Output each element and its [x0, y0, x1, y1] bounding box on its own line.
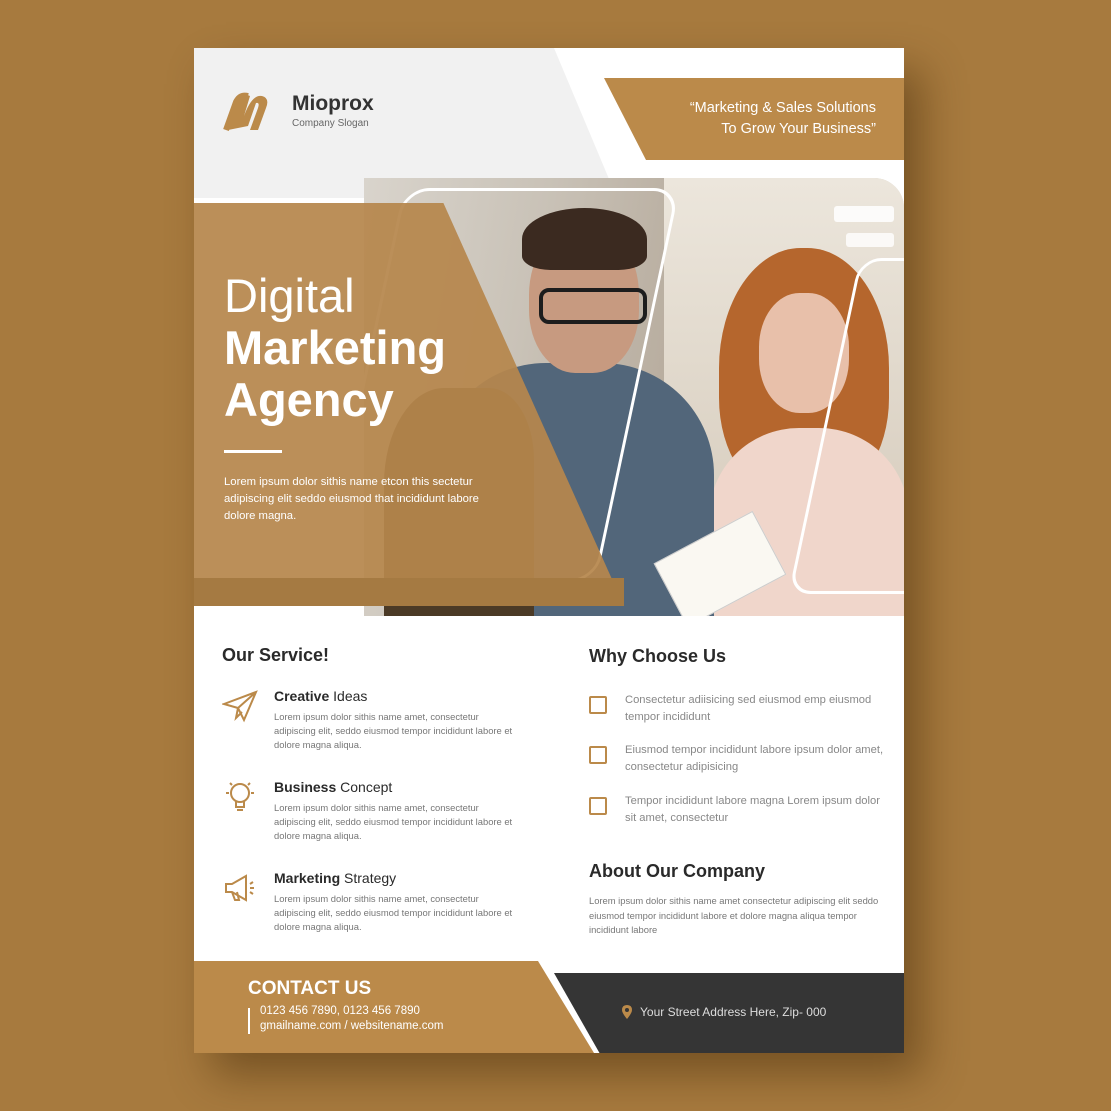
check-icon	[589, 696, 607, 714]
about-heading: About Our Company	[589, 861, 765, 881]
lightbulb-icon	[226, 782, 254, 811]
flyer: Mioprox Company Slogan “Marketing & Sale…	[194, 48, 904, 1053]
service-item: Creative Ideas Lorem ipsum dolor sithis …	[222, 688, 522, 768]
service-name: Creative Ideas	[274, 688, 367, 704]
service-name-rest: Ideas	[329, 688, 368, 704]
paper-plane-icon	[222, 690, 258, 723]
service-name-rest: Concept	[336, 779, 393, 795]
service-description: Lorem ipsum dolor sithis name amet, cons…	[274, 802, 513, 842]
brand-slogan: Company Slogan	[292, 118, 369, 129]
tagline-line-1: “Marketing & Sales Solutions	[689, 100, 876, 116]
service-item: Marketing Strategy Lorem ipsum dolor sit…	[222, 870, 522, 950]
why-item-text: Eiusmod tempor incididunt labore ipsum d…	[625, 744, 884, 773]
why-heading: Why Choose Us	[589, 646, 727, 666]
why-item-text: Consectetur adiisicing sed eiusmod emp e…	[625, 694, 872, 723]
services-heading: Our Service!	[222, 645, 330, 665]
service-name: Marketing Strategy	[274, 870, 396, 886]
service-description: Lorem ipsum dolor sithis name amet, cons…	[274, 711, 513, 751]
contact-web: gmailname.com / websitename.com	[260, 1020, 444, 1032]
service-name-bold: Marketing	[274, 870, 341, 886]
tagline: “Marketing & Sales Solutions To Grow You…	[616, 98, 876, 140]
service-name: Business Concept	[274, 779, 392, 795]
about-text: Lorem ipsum dolor sithis name amet conse…	[589, 895, 879, 936]
contact-divider	[248, 1008, 250, 1034]
hero-overlay-strip	[194, 578, 624, 606]
why-item-text: Tempor incididunt labore magna Lorem ips…	[625, 795, 880, 824]
logo-icon	[223, 92, 268, 132]
hero-title: Digital Marketing Agency	[224, 270, 446, 426]
hero-title-line-3: Agency	[224, 373, 394, 426]
service-name-bold: Creative	[274, 688, 330, 704]
contact-address: Your Street Address Here, Zip- 000	[640, 1005, 827, 1019]
hero-divider	[224, 450, 282, 453]
why-item: Consectetur adiisicing sed eiusmod emp e…	[589, 692, 879, 732]
contact-phones: 0123 456 7890, 0123 456 7890	[260, 1005, 420, 1017]
brand-name: Mioprox	[292, 92, 374, 115]
hero-description: Lorem ipsum dolor sithis name etcon this…	[224, 476, 479, 522]
tagline-line-2: To Grow Your Business”	[721, 121, 876, 137]
check-icon	[589, 797, 607, 815]
megaphone-icon	[225, 874, 254, 902]
service-description: Lorem ipsum dolor sithis name amet, cons…	[274, 893, 513, 933]
why-item: Tempor incididunt labore magna Lorem ips…	[589, 793, 880, 833]
why-item: Eiusmod tempor incididunt labore ipsum d…	[589, 742, 883, 782]
contact-heading: CONTACT US	[248, 978, 372, 999]
hero-title-line-1: Digital	[224, 269, 355, 322]
service-name-rest: Strategy	[340, 870, 397, 886]
service-name-bold: Business	[274, 779, 337, 795]
service-item: Business Concept Lorem ipsum dolor sithi…	[222, 779, 522, 859]
location-pin-icon	[622, 1005, 632, 1019]
check-icon	[589, 746, 607, 764]
hero-title-line-2: Marketing	[224, 321, 446, 374]
